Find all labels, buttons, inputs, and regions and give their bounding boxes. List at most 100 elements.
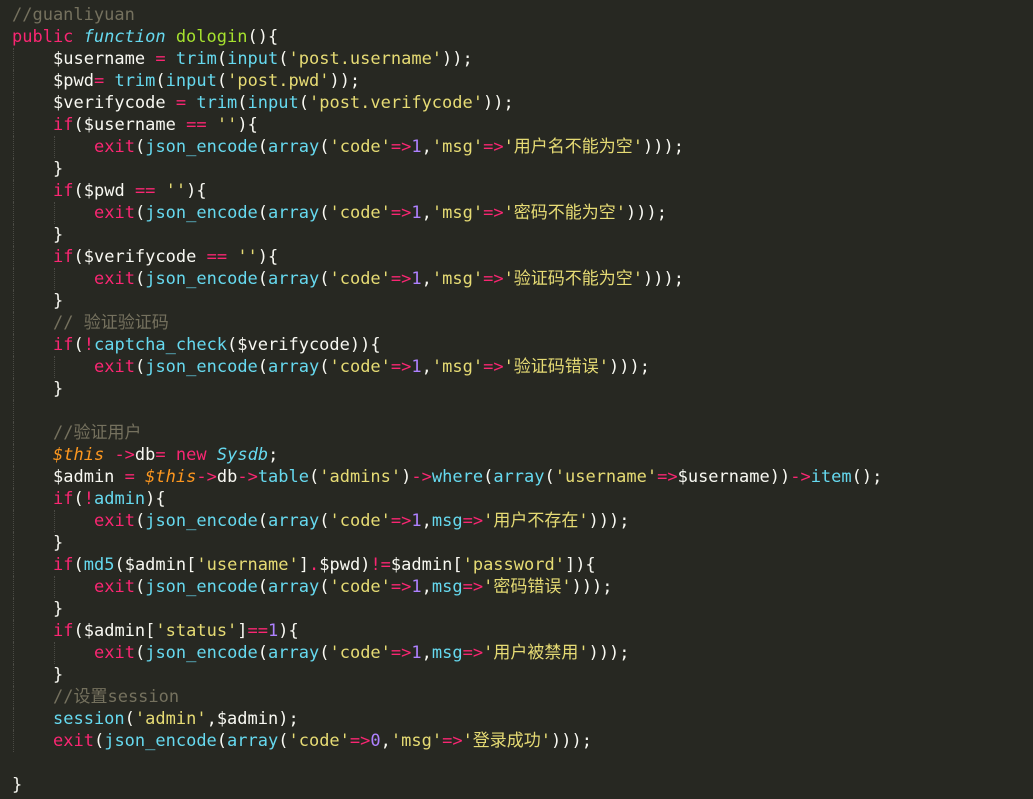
token-operator: != — [370, 555, 391, 575]
token-operator: => — [390, 357, 412, 377]
token-punctuation: ){ — [186, 181, 207, 201]
code-area[interactable]: //guanliyuan public function dologin(){$u… — [0, 4, 1033, 796]
token-punctuation: ( — [155, 71, 166, 91]
token-operator: => — [442, 731, 463, 751]
token-punctuation: ))); — [609, 357, 650, 377]
token-builtin: json_encode — [145, 643, 258, 663]
token-string: 'post.pwd' — [227, 71, 330, 91]
token-punctuation: ( — [319, 643, 330, 663]
token-string: 'msg' — [431, 137, 484, 157]
token-punctuation: ( — [73, 555, 84, 575]
indent-guide — [13, 290, 14, 312]
code-line: } — [0, 598, 1033, 620]
indent-guide — [54, 202, 55, 224]
token-punctuation: )); — [442, 49, 473, 69]
token-string: 'code' — [329, 357, 391, 377]
token-punctuation: ( — [73, 489, 84, 509]
token-operator: => — [390, 643, 412, 663]
token-operator: => — [462, 643, 484, 663]
token-classname: Sysdb — [216, 445, 269, 465]
token-punctuation: ( — [319, 357, 330, 377]
code-line: exit(json_encode(array('code'=>1,msg=>'密… — [0, 576, 1033, 598]
token-variable: $pwd — [319, 555, 361, 575]
code-editor[interactable]: //guanliyuan public function dologin(){$u… — [0, 0, 1033, 799]
token-keyword: exit — [94, 203, 135, 223]
token-builtin: md5 — [83, 555, 115, 575]
code-line: } — [0, 158, 1033, 180]
token-operator: => — [390, 203, 412, 223]
token-punctuation: , — [421, 269, 432, 289]
token-builtin: array — [268, 577, 320, 597]
code-line: if($pwd == ''){ — [0, 180, 1033, 202]
token-keyword: if — [53, 489, 74, 509]
token-punctuation: , — [380, 731, 391, 751]
indent-guide — [13, 422, 14, 444]
indent-guide — [13, 730, 14, 752]
token-operator: => — [390, 511, 412, 531]
token-variable: $admin — [216, 709, 279, 729]
token-variable: $admin — [124, 555, 187, 575]
token-punctuation: ( — [216, 71, 228, 91]
indent-guide — [13, 356, 14, 378]
code-line: } — [0, 224, 1033, 246]
code-line: //guanliyuan — [0, 4, 1033, 26]
token-builtin: json_encode — [145, 511, 258, 531]
token-operator: => — [349, 731, 371, 751]
token-operator: => — [462, 577, 484, 597]
token-punctuation: } — [53, 159, 64, 179]
token-punctuation: ( — [257, 203, 269, 223]
indent-guide — [54, 576, 55, 598]
token-number: 1 — [411, 511, 422, 531]
token-operator: => — [390, 137, 412, 157]
token-punctuation: ) — [401, 467, 412, 487]
code-line: if(!captcha_check($verifycode)){ — [0, 334, 1033, 356]
token-string: 'code' — [329, 577, 391, 597]
indent-guide — [13, 224, 14, 246]
token-string: 'code' — [329, 511, 391, 531]
token-number: 1 — [411, 357, 422, 377]
token-punctuation: } — [53, 599, 64, 619]
token-string: 'username' — [554, 467, 658, 487]
indent-guide — [13, 70, 14, 92]
token-keyword: exit — [94, 643, 135, 663]
token-punctuation: } — [12, 775, 23, 795]
token-operator: = — [175, 93, 187, 113]
token-punctuation: ( — [237, 93, 248, 113]
token-punctuation: [ — [452, 555, 463, 575]
indent-guide — [13, 202, 14, 224]
token-operator: = — [124, 467, 135, 487]
token-punctuation: ( — [319, 203, 330, 223]
token-builtin: msg — [431, 577, 463, 597]
token-variable: $admin — [390, 555, 453, 575]
token-punctuation: , — [421, 643, 432, 663]
token-builtin: array — [268, 511, 320, 531]
token-keyword: if — [53, 181, 74, 201]
indent-guide — [54, 642, 55, 664]
token-builtin: where — [431, 467, 484, 487]
token-punctuation: ( — [73, 247, 84, 267]
token-builtin: msg — [431, 643, 463, 663]
token-punctuation: ( — [257, 643, 269, 663]
token-punctuation: )); — [482, 93, 514, 113]
token-operator: => — [390, 269, 412, 289]
token-punctuation: )) — [769, 467, 791, 487]
token-comment: //验证用户 — [53, 423, 142, 443]
token-punctuation: , — [421, 357, 432, 377]
token-operator: => — [462, 511, 484, 531]
code-line: $pwd= trim(input('post.pwd')); — [0, 70, 1033, 92]
token-string: 'code' — [329, 203, 391, 223]
token-punctuation: )){ — [349, 335, 381, 355]
token-string: '用户被禁用' — [483, 643, 589, 663]
code-line: exit(json_encode(array('code'=>1,'msg'=>… — [0, 136, 1033, 158]
token-builtin: json_encode — [145, 203, 258, 223]
token-string: 'msg' — [431, 203, 484, 223]
indent-guide — [13, 246, 14, 268]
token-variable: db — [216, 467, 238, 487]
code-line: if($admin['status']==1){ — [0, 620, 1033, 642]
token-string: 'code' — [329, 137, 391, 157]
